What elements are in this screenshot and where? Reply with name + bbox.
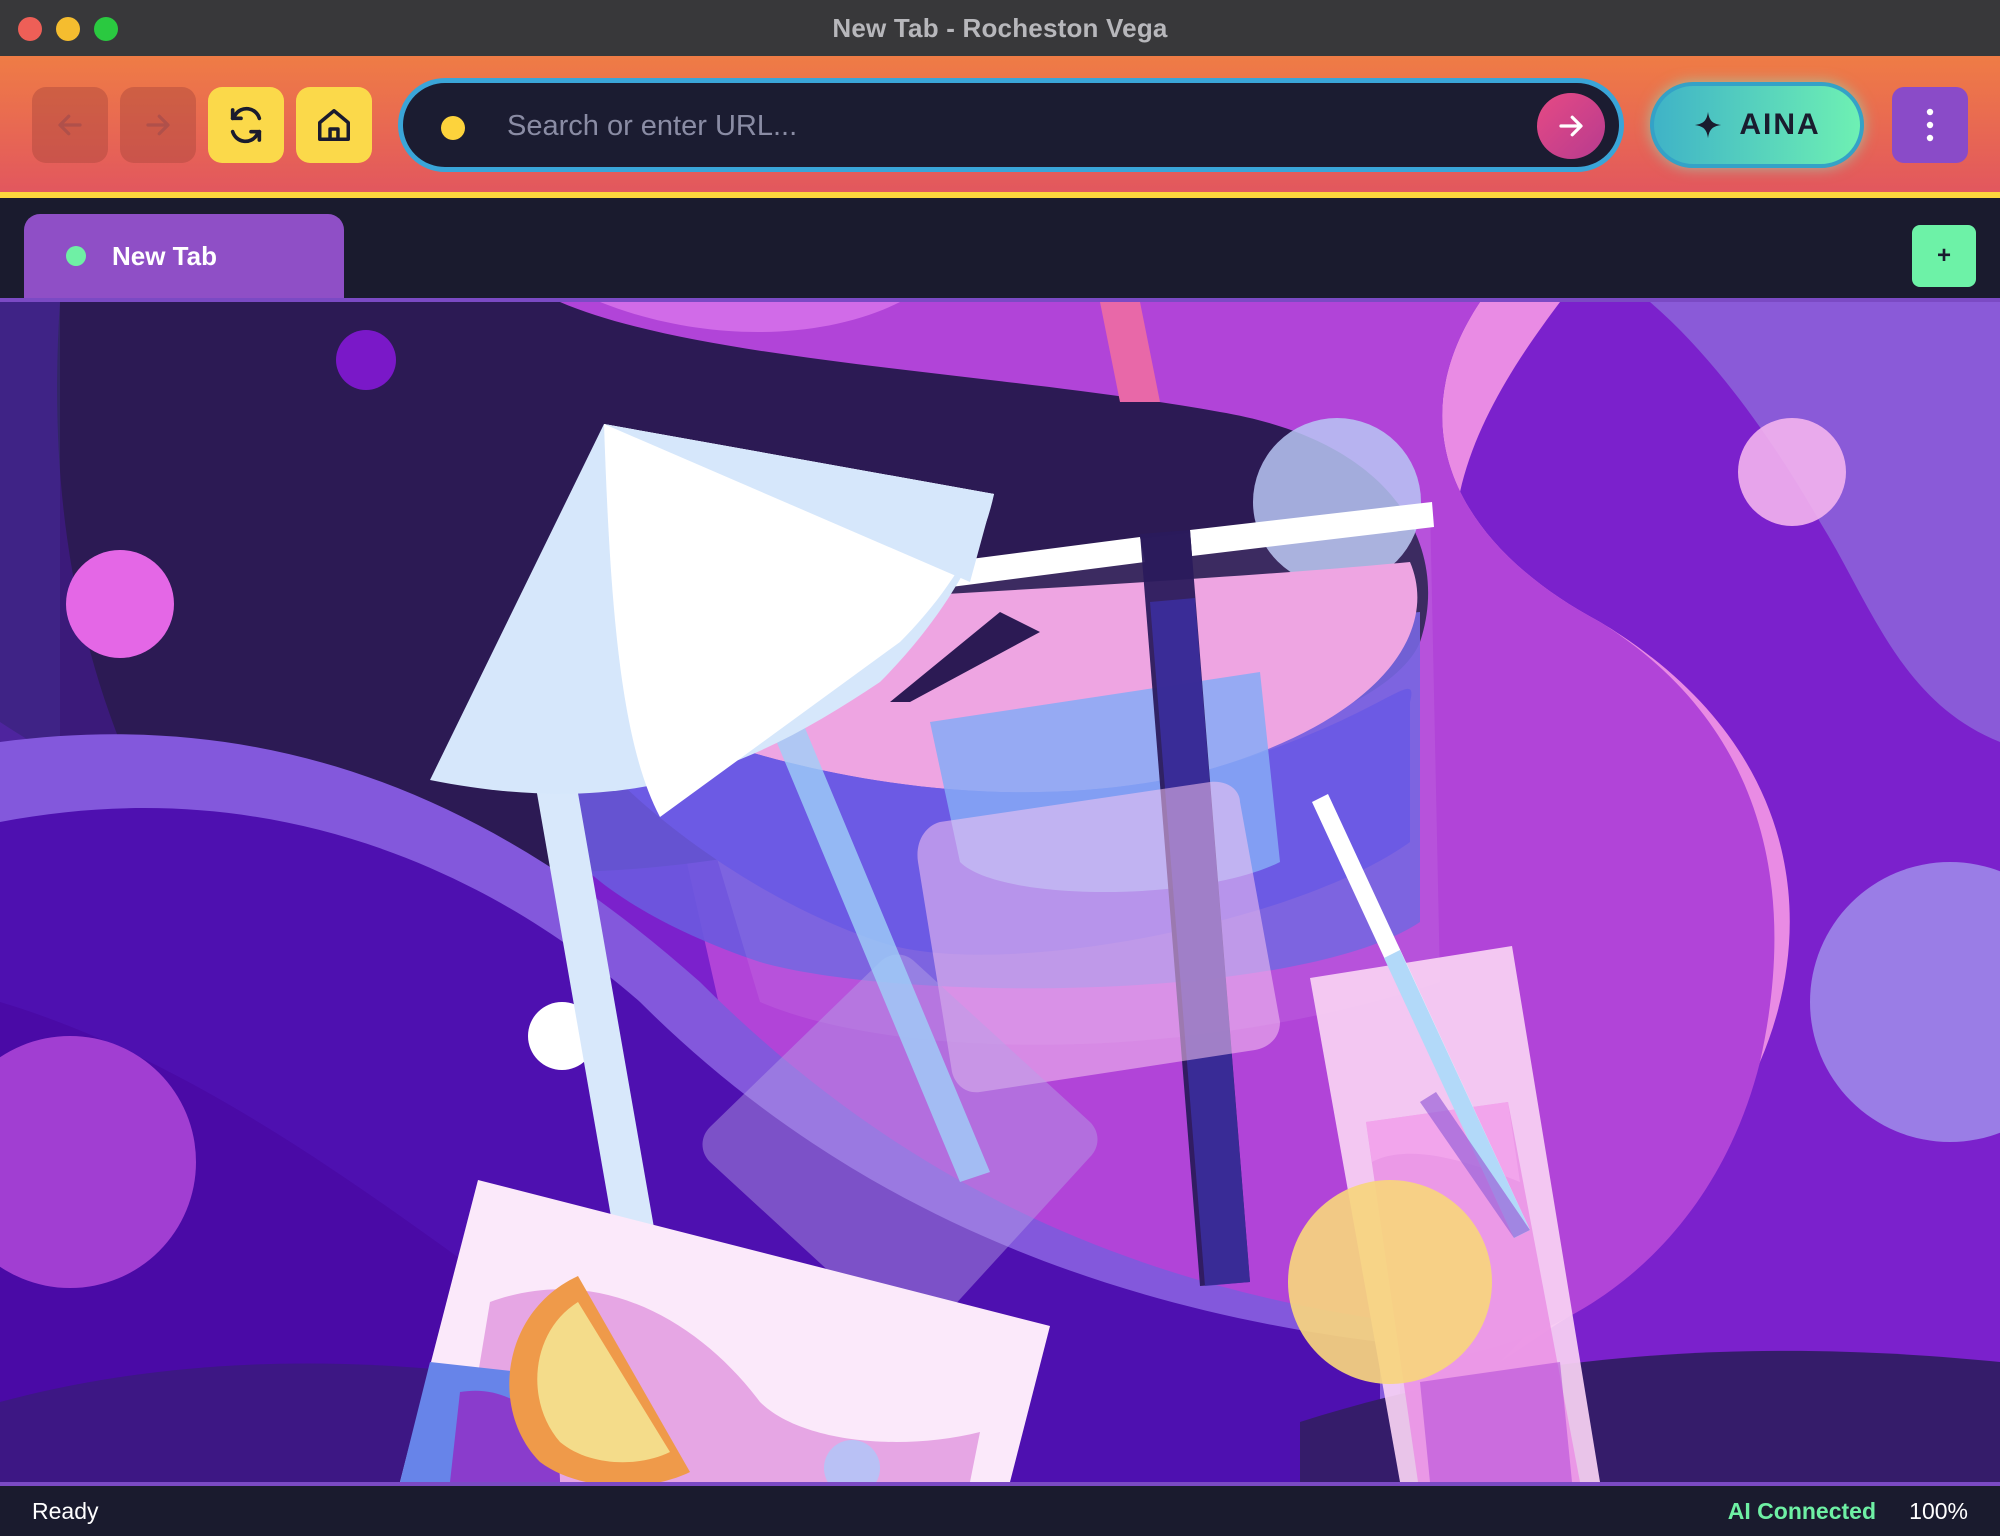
close-window-button[interactable] — [18, 17, 42, 41]
window-controls — [18, 17, 118, 41]
window-title: New Tab - Rocheston Vega — [832, 12, 1168, 43]
tab-new-tab[interactable]: New Tab — [24, 214, 344, 298]
forward-button[interactable] — [120, 87, 196, 163]
tab-status-icon — [66, 246, 86, 266]
browser-window: New Tab - Rocheston Vega Search or enter… — [0, 0, 2000, 1536]
status-text: Ready — [32, 1498, 99, 1524]
menu-button[interactable] — [1892, 87, 1968, 163]
tab-label: New Tab — [112, 240, 217, 271]
aina-ai-button[interactable]: AINA — [1650, 82, 1864, 168]
address-bar[interactable] — [398, 78, 1624, 172]
home-icon — [318, 109, 350, 141]
tab-strip: New Tab + — [0, 198, 2000, 302]
back-button[interactable] — [32, 87, 108, 163]
maximize-window-button[interactable] — [94, 17, 118, 41]
kebab-menu-icon — [1926, 108, 1934, 142]
new-tab-button[interactable]: + — [1912, 225, 1976, 287]
minimize-window-button[interactable] — [56, 17, 80, 41]
url-input[interactable] — [505, 97, 1409, 155]
arrow-right-icon — [146, 114, 170, 136]
go-button[interactable] — [1537, 93, 1605, 159]
security-indicator-icon — [441, 116, 465, 140]
sparkle-icon — [1695, 111, 1722, 139]
zoom-level[interactable]: 100% — [1909, 1498, 1968, 1525]
status-bar: Ready AI Connected 100% — [0, 1482, 2000, 1536]
ai-status: AI Connected — [1727, 1498, 1876, 1524]
arrow-right-icon — [1559, 115, 1583, 137]
cocktail-illustration — [0, 302, 2000, 1482]
home-button[interactable] — [296, 87, 372, 163]
reload-icon — [230, 106, 262, 144]
arrow-left-icon — [58, 114, 82, 136]
toolbar: AINA — [0, 56, 2000, 198]
aina-label: AINA — [1739, 108, 1821, 141]
title-bar: New Tab - Rocheston Vega — [0, 0, 2000, 56]
new-tab-page — [0, 302, 2000, 1482]
reload-button[interactable] — [208, 87, 284, 163]
